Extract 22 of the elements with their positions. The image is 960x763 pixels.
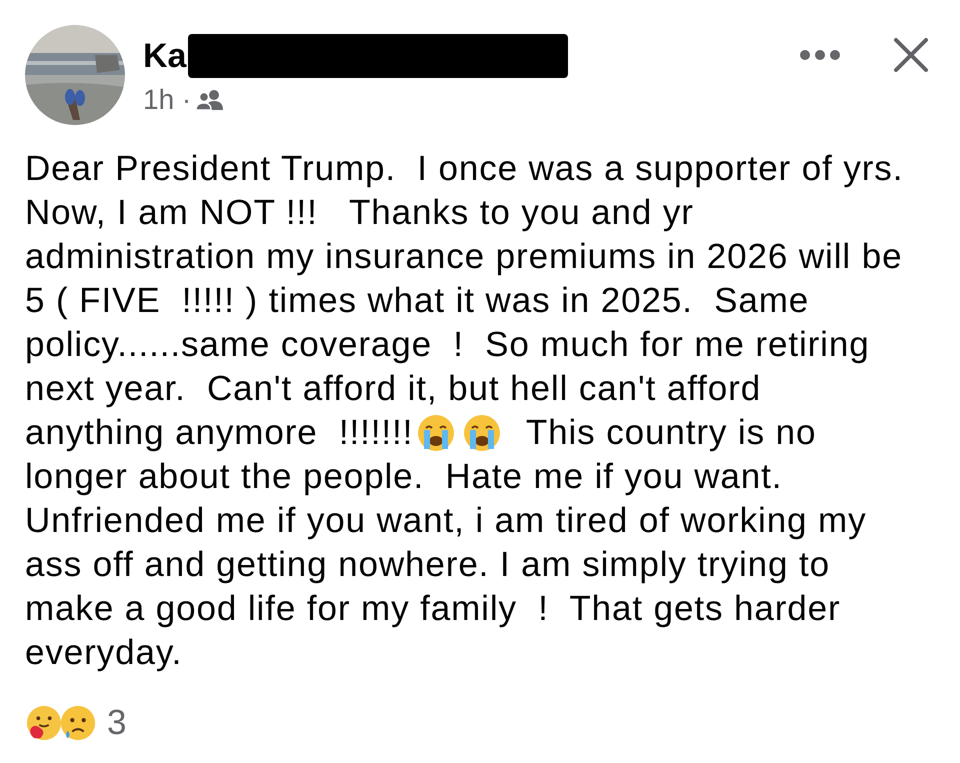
post-text: ass off and getting nowhere. I am simply trying to — [25, 544, 830, 586]
post-text: Unfriended me if you want, i am tired of working my — [25, 500, 867, 542]
post-text: everyday. — [25, 632, 182, 674]
post-text: policy......same coverage ! So much for me retiring — [25, 324, 870, 366]
post-time: 1h · — [143, 84, 192, 116]
post-text: next year. Can't afford it, but hell can't afford — [25, 368, 762, 410]
post-text: anything anymore !!!!!!! — [25, 412, 414, 454]
author-name[interactable]: Ka — [143, 36, 186, 76]
post-text: administration my insurance premiums in 2026 will be — [25, 236, 902, 278]
close-icon[interactable] — [893, 37, 929, 73]
post-text: make a good life for my family ! That gets harder — [25, 588, 841, 630]
post-text: Dear President Trump. I once was a supporter of yrs. — [25, 148, 904, 190]
post-text: This country is no — [524, 412, 816, 454]
post-text: longer about the people. Hate me if you want. — [25, 456, 782, 498]
crying-face-icon — [416, 413, 456, 453]
more-icon[interactable] — [799, 49, 841, 61]
reaction-count[interactable]: 3 — [107, 703, 126, 743]
crying-face-icon — [462, 413, 502, 453]
post-text: Now, I am NOT !!! Thanks to you and yr — [25, 192, 694, 234]
friends-icon — [195, 89, 226, 111]
sad-face-icon[interactable] — [59, 704, 97, 742]
post-text: 5 ( FIVE !!!!! ) times what it was in 2025. Same — [25, 280, 810, 322]
